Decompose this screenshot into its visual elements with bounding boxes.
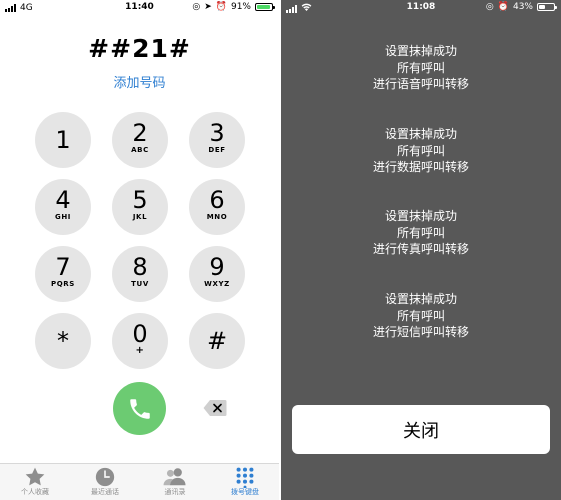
call-button[interactable] [113,382,166,435]
add-number-link[interactable]: 添加号码 [0,72,279,91]
key-letters: GHI [54,213,71,221]
key-0[interactable]: 0 + [112,313,168,369]
key-letters: PQRS [51,280,75,288]
key-digit: 6 [209,186,225,214]
status-bar: 11:08 ◎ ⏰ 43% [281,0,561,16]
key-letters: ABC [131,146,149,154]
star-icon [5,466,65,488]
tab-favorites[interactable]: 个人收藏 [5,466,65,497]
message-line: 进行语音呼叫转移 [372,77,469,91]
tab-contacts[interactable]: 通讯录 [145,466,205,497]
tab-label: 拨号键盘 [231,488,259,496]
message-line: 进行传真呼叫转移 [372,242,469,256]
key-digit: 1 [55,126,71,154]
tab-label: 个人收藏 [21,488,49,496]
contacts-icon [145,466,205,488]
clock-icon [75,466,135,488]
key-digit: 9 [209,253,225,281]
key-3[interactable]: 3 DEF [189,112,245,168]
message-line: 所有呼叫 [396,225,445,240]
tab-recents[interactable]: 最近通话 [75,466,135,497]
battery-percent: 91% [230,2,251,12]
key-hash[interactable]: # [189,313,245,369]
key-digit: 2 [132,119,148,147]
key-letters: WXYZ [204,280,230,288]
key-letters: + [135,345,145,356]
result-message: 设置抹掉成功 所有呼叫 进行传真呼叫转移 [281,208,561,258]
close-button[interactable]: 关闭 [292,405,550,454]
lock-rotation-icon: ◎ [192,1,201,12]
phone-icon [129,398,150,419]
key-digit: * [57,327,69,355]
tab-label: 通讯录 [164,488,186,496]
tab-bar: 个人收藏 最近通话 通讯录 拨号键盘 [0,463,279,500]
result-message: 设置抹掉成功 所有呼叫 进行数据呼叫转移 [281,126,561,176]
key-digit: # [206,327,228,355]
alarm-icon: ⏰ [215,1,227,12]
key-1[interactable]: 1 [35,112,91,168]
message-line: 设置抹掉成功 [384,209,457,223]
message-line: 进行数据呼叫转移 [372,160,469,174]
keypad-icon [215,466,275,489]
message-line: 设置抹掉成功 [384,127,457,141]
status-bar: 4G 11:40 ◎ ➤ ⏰ 91% [0,0,279,16]
result-message: 设置抹掉成功 所有呼叫 进行短信呼叫转移 [281,291,561,341]
lock-rotation-icon: ◎ [485,1,494,12]
message-line: 进行短信呼叫转移 [372,325,469,339]
tab-keypad[interactable]: 拨号键盘 [215,466,275,497]
message-line: 设置抹掉成功 [384,292,457,306]
key-letters: MNO [206,213,228,221]
key-digit: 0 [132,320,148,348]
key-6[interactable]: 6 MNO [189,179,245,235]
message-line: 所有呼叫 [396,143,445,158]
key-9[interactable]: 9 WXYZ [189,246,245,302]
key-digit: 7 [55,253,71,281]
location-icon: ➤ [204,1,212,12]
battery-percent: 43% [512,2,533,12]
key-digit: 5 [132,186,148,214]
tab-label: 最近通话 [91,488,119,496]
key-digit: 4 [55,186,71,214]
result-screen: 11:08 ◎ ⏰ 43% 设置抹掉成功 所有呼叫 进行语音呼叫转移 设置抹掉成… [281,0,561,500]
backspace-icon [203,400,227,416]
dialed-number: ##21# [88,34,191,63]
key-7[interactable]: 7 PQRS [35,246,91,302]
message-line: 所有呼叫 [396,308,445,323]
key-star[interactable]: * [35,313,91,369]
key-letters: DEF [208,146,226,154]
key-5[interactable]: 5 JKL [112,179,168,235]
battery-icon [537,3,557,11]
dialer-screen: 4G 11:40 ◎ ➤ ⏰ 91% ##21# 添加号码 1 2 ABC 3 … [0,0,279,500]
key-digit: 8 [132,253,148,281]
key-letters: JKL [132,213,148,221]
key-letters: TUV [131,280,149,288]
key-2[interactable]: 2 ABC [112,112,168,168]
backspace-button[interactable] [203,399,227,417]
key-digit: 3 [209,119,225,147]
key-8[interactable]: 8 TUV [112,246,168,302]
alarm-icon: ⏰ [497,1,509,12]
message-line: 所有呼叫 [396,60,445,75]
message-line: 设置抹掉成功 [384,44,457,58]
result-message: 设置抹掉成功 所有呼叫 进行语音呼叫转移 [281,43,561,93]
key-4[interactable]: 4 GHI [35,179,91,235]
battery-icon [255,3,275,11]
